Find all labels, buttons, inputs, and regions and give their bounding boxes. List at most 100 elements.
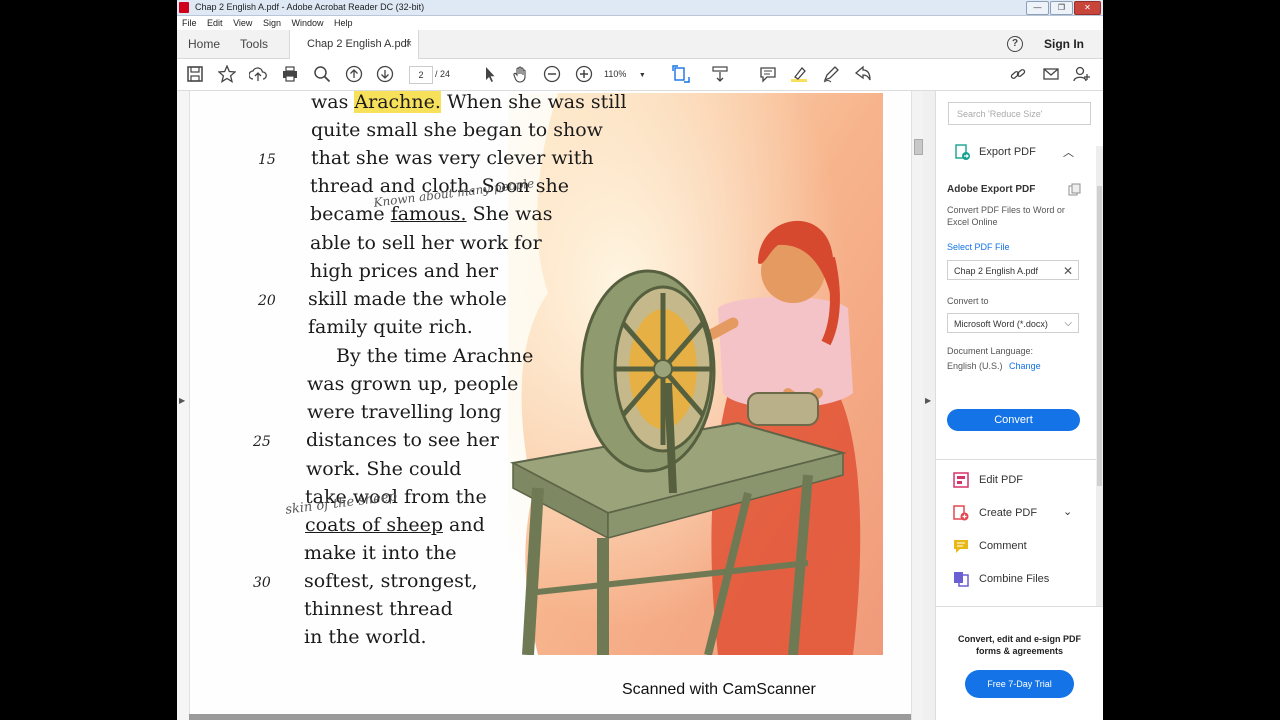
create-pdf-icon	[953, 505, 969, 521]
zoom-level-value: 110%	[604, 69, 627, 79]
text-line: that she was very clever with	[311, 147, 594, 169]
camscanner-watermark: Scanned with CamScanner	[622, 681, 816, 698]
menu-help[interactable]: Help	[334, 16, 353, 30]
menu-sign[interactable]: Sign	[263, 16, 281, 30]
draw-icon[interactable]	[822, 65, 840, 83]
menu-edit[interactable]: Edit	[207, 16, 223, 30]
menu-bar: File Edit View Sign Window Help	[177, 16, 1103, 30]
expand-left-icon[interactable]: ▶	[179, 396, 185, 405]
highlight-icon[interactable]	[790, 65, 808, 83]
export-pdf-icon	[955, 144, 970, 160]
page-up-icon[interactable]	[345, 65, 363, 83]
menu-window[interactable]: Window	[291, 16, 323, 30]
fit-page-icon[interactable]	[672, 65, 690, 83]
collapse-right-icon[interactable]: ▶	[925, 396, 931, 405]
tab-document[interactable]: Chap 2 English A.pdf ×	[289, 30, 419, 59]
convert-to-value: Microsoft Word (*.docx)	[954, 319, 1048, 329]
clear-file-icon[interactable]: ✕	[1063, 261, 1073, 281]
page-number-input[interactable]: 2	[409, 66, 433, 84]
tool-create-pdf-label: Create PDF	[979, 507, 1038, 519]
tool-comment-label: Comment	[979, 540, 1027, 552]
search-tools-input[interactable]: Search 'Reduce Size'	[948, 102, 1091, 125]
menu-file[interactable]: File	[182, 16, 197, 30]
tab-document-label: Chap 2 English A.pdf	[307, 38, 410, 50]
minimize-button[interactable]: —	[1026, 1, 1049, 15]
text-line: thinnest thread	[304, 598, 453, 620]
chevron-down-icon[interactable]: ⌄	[1063, 505, 1072, 518]
line-number: 20	[258, 293, 276, 309]
close-tab-icon[interactable]: ×	[406, 30, 412, 58]
tab-bar: Home Tools Chap 2 English A.pdf × ? Sign…	[177, 30, 1103, 59]
hand-tool-icon[interactable]	[512, 65, 530, 83]
convert-to-select[interactable]: Microsoft Word (*.docx) ⌵	[947, 313, 1079, 333]
text-line: distances to see her	[306, 429, 499, 451]
combine-files-icon	[954, 572, 969, 587]
document-language-label: Document Language:	[947, 346, 1034, 356]
menu-view[interactable]: View	[233, 16, 252, 30]
export-pdf-header[interactable]: Export PDF ︿	[936, 136, 1103, 166]
text-line: in the world.	[304, 626, 427, 648]
text-line: work. She could	[306, 458, 462, 480]
footer-promo-text: Convert, edit and e-sign PDF forms & agr…	[957, 634, 1081, 656]
tool-combine-files-label: Combine Files	[979, 573, 1050, 585]
sign-in-button[interactable]: Sign In	[1044, 30, 1084, 58]
help-icon[interactable]: ?	[1007, 36, 1023, 52]
link-icon[interactable]	[1009, 65, 1027, 83]
pdf-page: was Arachne. When she was still quite sma…	[190, 91, 910, 715]
text-line: make it into the	[304, 542, 457, 564]
free-trial-button[interactable]: Free 7-Day Trial	[965, 670, 1074, 698]
select-cursor-icon[interactable]	[481, 65, 499, 83]
mail-icon[interactable]	[1042, 65, 1060, 83]
zoom-in-icon[interactable]	[575, 65, 593, 83]
convert-to-label: Convert to	[947, 296, 989, 306]
selected-file-field[interactable]: Chap 2 English A.pdf ✕	[947, 260, 1079, 280]
edit-pdf-icon	[953, 472, 969, 488]
scroll-mode-icon[interactable]	[711, 65, 729, 83]
window-title: Chap 2 English A.pdf - Adobe Acrobat Rea…	[195, 2, 425, 12]
export-pdf-label: Export PDF	[979, 146, 1036, 158]
change-language-link[interactable]: Change	[1009, 361, 1041, 371]
add-user-icon[interactable]	[1073, 65, 1091, 83]
zoom-level-select[interactable]: 110% ▼	[604, 66, 652, 82]
text-line: quite small she began to show	[311, 119, 603, 141]
tab-home[interactable]: Home	[188, 30, 220, 58]
zoom-out-icon[interactable]	[543, 65, 561, 83]
page-down-icon[interactable]	[376, 65, 394, 83]
panel-collapse-strip[interactable]: ▶	[923, 91, 936, 720]
maximize-button[interactable]: ❐	[1050, 1, 1073, 15]
share-icon[interactable]	[854, 65, 872, 83]
adobe-export-title: Adobe Export PDF	[947, 184, 1036, 195]
comment-tool-icon[interactable]	[759, 65, 777, 83]
horizontal-scrollbar[interactable]	[189, 714, 911, 720]
panel-divider	[936, 459, 1096, 460]
acrobat-app-icon	[179, 2, 189, 13]
convert-button[interactable]: Convert	[947, 409, 1080, 431]
tool-create-pdf[interactable]: Create PDF ⌄	[953, 505, 1083, 523]
title-bar: Chap 2 English A.pdf - Adobe Acrobat Rea…	[177, 0, 1103, 16]
highlighted-word: Arachne.	[354, 91, 441, 113]
close-window-button[interactable]: ✕	[1074, 1, 1101, 15]
panel-scrollbar[interactable]	[1096, 146, 1103, 606]
comment-icon	[954, 540, 968, 553]
copy-icon[interactable]	[1068, 183, 1081, 196]
document-language-value: English (U.S.)	[947, 361, 1003, 371]
save-icon[interactable]	[186, 65, 204, 83]
text-line: family quite rich.	[308, 316, 473, 338]
text-line: high prices and her	[310, 260, 499, 282]
chevron-down-icon: ⌵	[1064, 318, 1072, 329]
panel-scroll-thumb[interactable]	[1097, 186, 1102, 486]
chevron-up-icon[interactable]: ︿	[1063, 144, 1074, 160]
text-line: skill made the whole	[308, 288, 507, 310]
left-navigation-strip[interactable]: ▶	[177, 91, 190, 720]
select-pdf-file-label: Select PDF File	[947, 242, 1010, 252]
document-language-row: English (U.S.) Change	[947, 361, 1041, 371]
scroll-thumb[interactable]	[914, 139, 923, 155]
line-number: 15	[258, 152, 276, 168]
upload-cloud-icon[interactable]	[249, 65, 267, 83]
panel-footer: Convert, edit and e-sign PDF forms & agr…	[936, 606, 1103, 720]
tab-tools[interactable]: Tools	[240, 30, 268, 58]
zoom-search-icon[interactable]	[313, 65, 331, 83]
window-controls: — ❐ ✕	[1026, 1, 1101, 15]
print-icon[interactable]	[281, 65, 299, 83]
star-icon[interactable]	[218, 65, 236, 83]
